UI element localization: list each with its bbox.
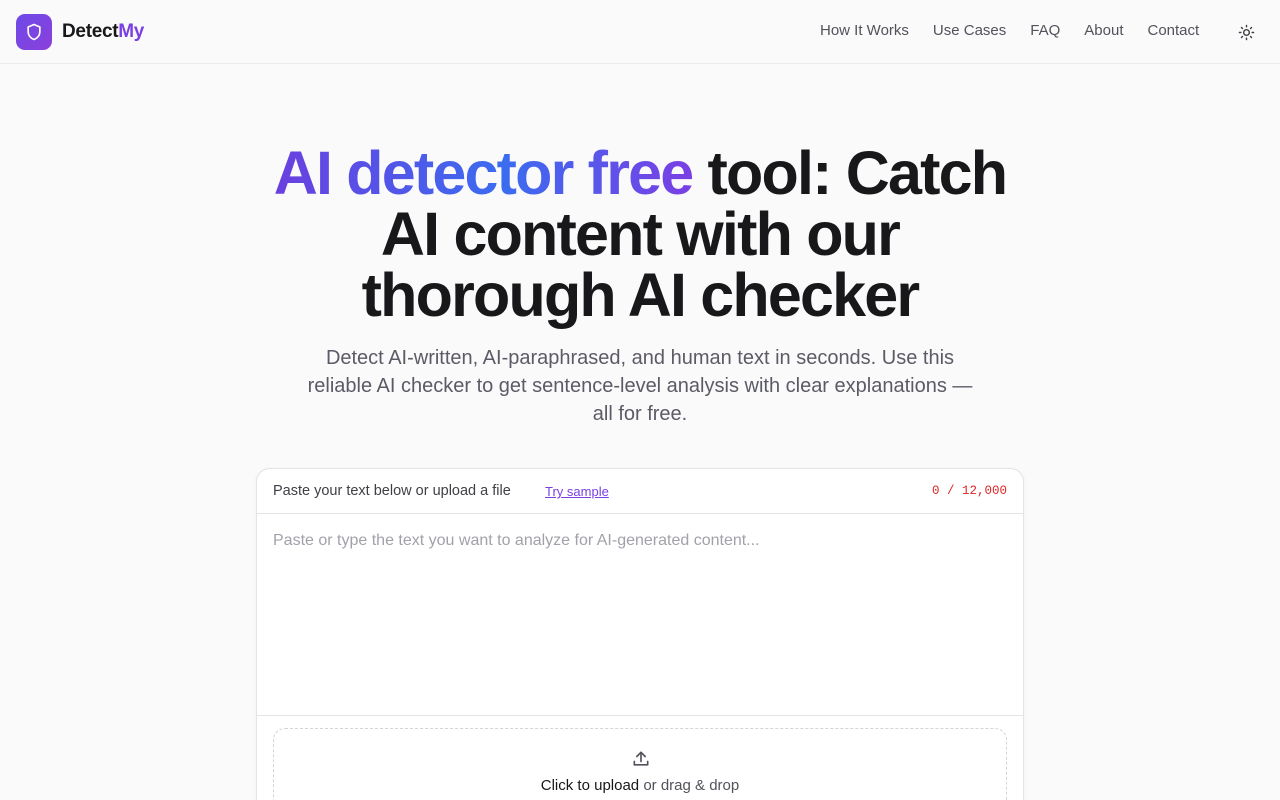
nav-links: How It Works Use Cases FAQ About Contact xyxy=(820,22,1199,39)
character-counter: 0 / 12,000 xyxy=(931,484,1007,498)
upload-primary-text: Click to upload xyxy=(540,777,640,794)
text-input-card: Paste your text below or upload a file T… xyxy=(256,468,1024,800)
input-instructions: Paste your text below or upload a file xyxy=(273,483,511,499)
nav-link-use-cases[interactable]: Use Cases xyxy=(933,22,1006,39)
sun-icon xyxy=(1238,24,1254,40)
hero-title-highlight: AI detector free xyxy=(273,139,694,207)
hero-title: AI detector free tool: Catch AI content w… xyxy=(240,143,1040,326)
try-sample-link[interactable]: Try sample xyxy=(545,484,609,499)
nav-link-contact[interactable]: Contact xyxy=(1147,22,1199,39)
upload-icon xyxy=(633,751,649,766)
file-upload-dropzone[interactable]: Click to upload or drag & drop xyxy=(273,728,1007,800)
card-header: Paste your text below or upload a file T… xyxy=(257,469,1023,514)
hero-title-line2: AI content with our xyxy=(380,200,901,268)
hero-title-line3: thorough AI checker xyxy=(361,261,920,329)
text-input-area[interactable] xyxy=(257,514,1023,715)
hero-subtitle: Detect AI-written, AI-paraphrased, and h… xyxy=(307,347,973,425)
hero-title-line1-rest: tool: Catch xyxy=(692,139,1009,207)
theme-toggle-button[interactable] xyxy=(1234,20,1258,44)
nav-link-faq[interactable]: FAQ xyxy=(1030,22,1060,39)
top-nav: DetectMy How It Works Use Cases FAQ Abou… xyxy=(0,0,1280,64)
upload-text: Click to upload or drag & drop xyxy=(274,777,1006,794)
nav-link-about[interactable]: About xyxy=(1084,22,1123,39)
shield-icon xyxy=(16,14,52,50)
upload-secondary-text: or drag & drop xyxy=(639,777,740,794)
brand-name: DetectMy xyxy=(62,21,145,42)
nav-link-how-it-works[interactable]: How It Works xyxy=(820,22,909,39)
divider xyxy=(257,715,1023,716)
brand-logo[interactable]: DetectMy xyxy=(16,14,144,50)
